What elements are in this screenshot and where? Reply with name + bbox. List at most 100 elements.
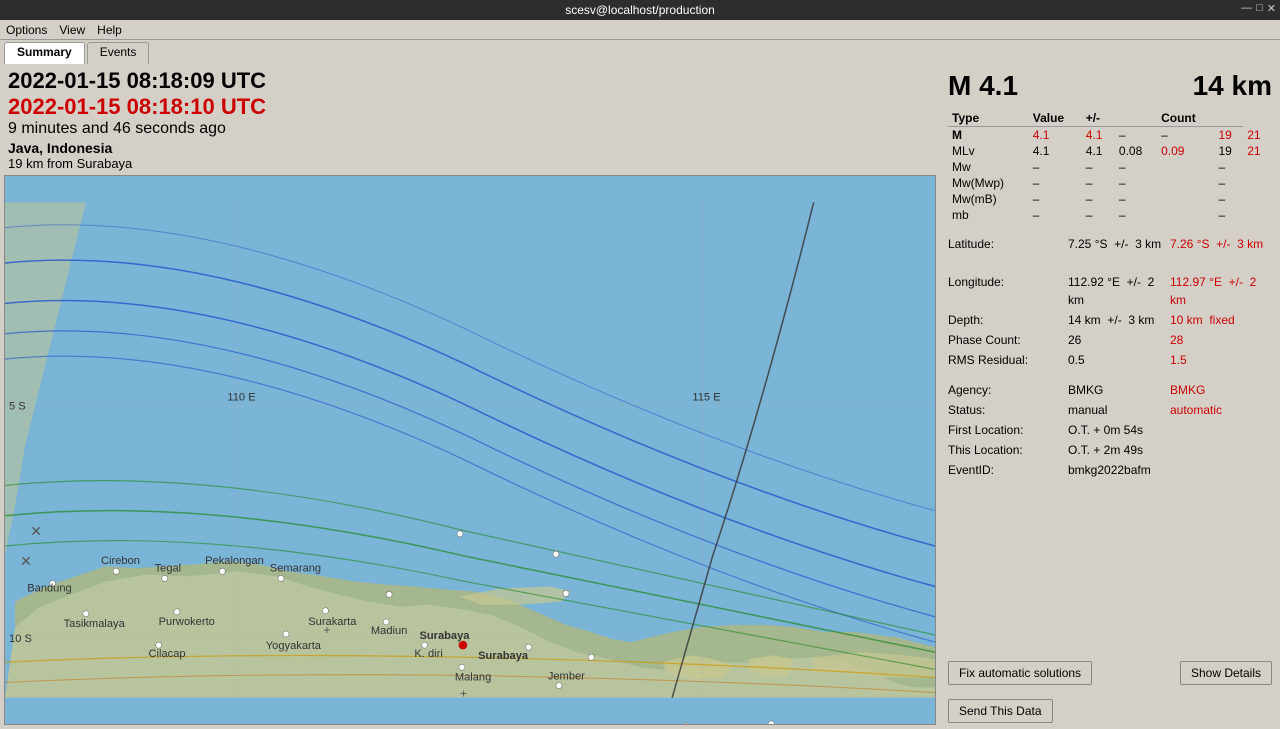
menu-bar: Options View Help: [0, 20, 1280, 40]
svg-text:10 S: 10 S: [9, 633, 32, 645]
first-loc-label: First Location:: [948, 421, 1068, 439]
pm2-MLv: 0.09: [1157, 143, 1214, 159]
cnt-Mw: –: [1214, 159, 1243, 175]
phase-count-val2: 28: [1170, 331, 1272, 349]
svg-text:Tegal: Tegal: [155, 562, 182, 574]
title-bar: scesv@localhost/production — □ ✕: [0, 0, 1280, 20]
right-panel: M 4.1 14 km Type Value +/- Count M 4.1: [940, 64, 1280, 729]
latitude-val1: 7.25 °S +/- 3 km: [1068, 235, 1170, 271]
cnt2-MLv: 21: [1243, 143, 1272, 159]
svg-text:115 E: 115 E: [692, 391, 720, 403]
svg-text:Surabaya: Surabaya: [478, 650, 529, 662]
svg-text:Madiun: Madiun: [371, 625, 407, 637]
tab-summary[interactable]: Summary: [4, 42, 85, 64]
val1-MwmB: –: [1029, 191, 1082, 207]
this-loc-row: This Location: O.T. + 2m 49s: [948, 441, 1272, 459]
map-container[interactable]: 110 E 115 E 5 S 10 S: [4, 175, 936, 725]
status-row: Status: manual automatic: [948, 401, 1272, 419]
type-MLv: MLv: [948, 143, 1029, 159]
cnt1-MLv: 19: [1214, 143, 1243, 159]
event-time-ago: 9 minutes and 46 seconds ago: [8, 120, 932, 138]
cnt2-MwMwp: [1243, 175, 1272, 191]
extra-Mw: [1157, 159, 1214, 175]
agency-row: Agency: BMKG BMKG: [948, 381, 1272, 399]
svg-text:Bandung: Bandung: [27, 583, 71, 595]
svg-text:✕: ✕: [20, 553, 32, 569]
val1-Mw: –: [1029, 159, 1082, 175]
event-id-val1: bmkg2022bafm: [1068, 461, 1272, 479]
cnt2-mb: [1243, 207, 1272, 223]
main-content: 2022-01-15 08:18:09 UTC 2022-01-15 08:18…: [0, 64, 1280, 729]
event-time-utc-red: 2022-01-15 08:18:10 UTC: [8, 94, 932, 120]
minimize-button[interactable]: —: [1241, 2, 1252, 15]
mag-row-MLv: MLv 4.1 4.1 0.08 0.09 19 21: [948, 143, 1272, 159]
menu-view[interactable]: View: [59, 23, 85, 37]
svg-text:Malang: Malang: [455, 671, 491, 683]
status-val1: manual: [1068, 401, 1170, 419]
col-pm: +/-: [1082, 110, 1115, 127]
status-label: Status:: [948, 401, 1068, 419]
svg-text:110 E: 110 E: [227, 391, 255, 403]
tab-events[interactable]: Events: [87, 42, 150, 64]
event-info: 2022-01-15 08:18:09 UTC 2022-01-15 08:18…: [0, 64, 940, 175]
cnt1-M: 19: [1214, 127, 1243, 144]
val1-MwMwp: –: [1029, 175, 1082, 191]
magnitude-header: M 4.1 14 km: [948, 70, 1272, 102]
cnt2-MwmB: [1243, 191, 1272, 207]
svg-text:✕: ✕: [30, 523, 42, 539]
svg-text:Jember: Jember: [548, 670, 585, 682]
type-MwmB: Mw(mB): [948, 191, 1029, 207]
menu-help[interactable]: Help: [97, 23, 122, 37]
type-Mw: Mw: [948, 159, 1029, 175]
show-details-button[interactable]: Show Details: [1180, 661, 1272, 685]
svg-text:Cilacap: Cilacap: [149, 648, 186, 660]
svg-text:Purwokerto: Purwokerto: [159, 616, 215, 628]
window-controls[interactable]: — □ ✕: [1241, 2, 1276, 15]
svg-text:Semarang: Semarang: [270, 562, 321, 574]
event-distance: 19 km from Surabaya: [8, 156, 932, 171]
event-id-label: EventID:: [948, 461, 1068, 479]
svg-text:Cirebon: Cirebon: [101, 555, 140, 567]
col-count2: [1214, 110, 1243, 127]
cnt-MwmB: –: [1214, 191, 1243, 207]
type-mb: mb: [948, 207, 1029, 223]
pm1-MLv: 0.08: [1115, 143, 1157, 159]
extra-M: –: [1157, 127, 1214, 144]
svg-text:Surabaya: Surabaya: [419, 630, 470, 642]
type-MwMwp: Mw(Mwp): [948, 175, 1029, 191]
col-count: Count: [1157, 110, 1214, 127]
cnt2-M: 21: [1243, 127, 1272, 144]
menu-options[interactable]: Options: [6, 23, 47, 37]
cnt2-Mw: [1243, 159, 1272, 175]
val2-MwMwp: –: [1082, 175, 1115, 191]
val2-MLv: 4.1: [1082, 143, 1115, 159]
rms-val2: 1.5: [1170, 351, 1272, 369]
latitude-row: Latitude: 7.25 °S +/- 3 km 7.26 °S +/- 3…: [948, 235, 1272, 271]
depth-row: Depth: 14 km +/- 3 km 10 km fixed: [948, 311, 1272, 329]
magnitude-table: Type Value +/- Count M 4.1 4.1 – – 19 21: [948, 110, 1272, 223]
val1-mb: –: [1029, 207, 1082, 223]
bottom-buttons: Fix automatic solutions Send This Data S…: [948, 653, 1272, 723]
agency-val2: BMKG: [1170, 381, 1272, 399]
pm-mb: –: [1115, 207, 1157, 223]
extra-MwmB: [1157, 191, 1214, 207]
maximize-button[interactable]: □: [1256, 2, 1263, 15]
cnt-MwMwp: –: [1214, 175, 1243, 191]
svg-text:5 S: 5 S: [9, 401, 26, 413]
val2-M: 4.1: [1082, 127, 1115, 144]
left-buttons: Fix automatic solutions Send This Data: [948, 661, 1092, 723]
depth-label: Depth:: [948, 311, 1068, 329]
longitude-row: Longitude: 112.92 °E +/- 2 km 112.97 °E …: [948, 273, 1272, 309]
val2-Mw: –: [1082, 159, 1115, 175]
svg-text:+: +: [323, 623, 330, 637]
cnt-mb: –: [1214, 207, 1243, 223]
event-time-utc: 2022-01-15 08:18:09 UTC: [8, 68, 932, 94]
send-data-button[interactable]: Send This Data: [948, 699, 1053, 723]
col-value: Value: [1029, 110, 1082, 127]
event-id-row: EventID: bmkg2022bafm: [948, 461, 1272, 479]
fix-auto-solutions-button[interactable]: Fix automatic solutions: [948, 661, 1092, 685]
pm-MwMwp: –: [1115, 175, 1157, 191]
close-button[interactable]: ✕: [1267, 2, 1276, 15]
col-extra: [1115, 110, 1157, 127]
svg-text:+: +: [460, 687, 467, 701]
